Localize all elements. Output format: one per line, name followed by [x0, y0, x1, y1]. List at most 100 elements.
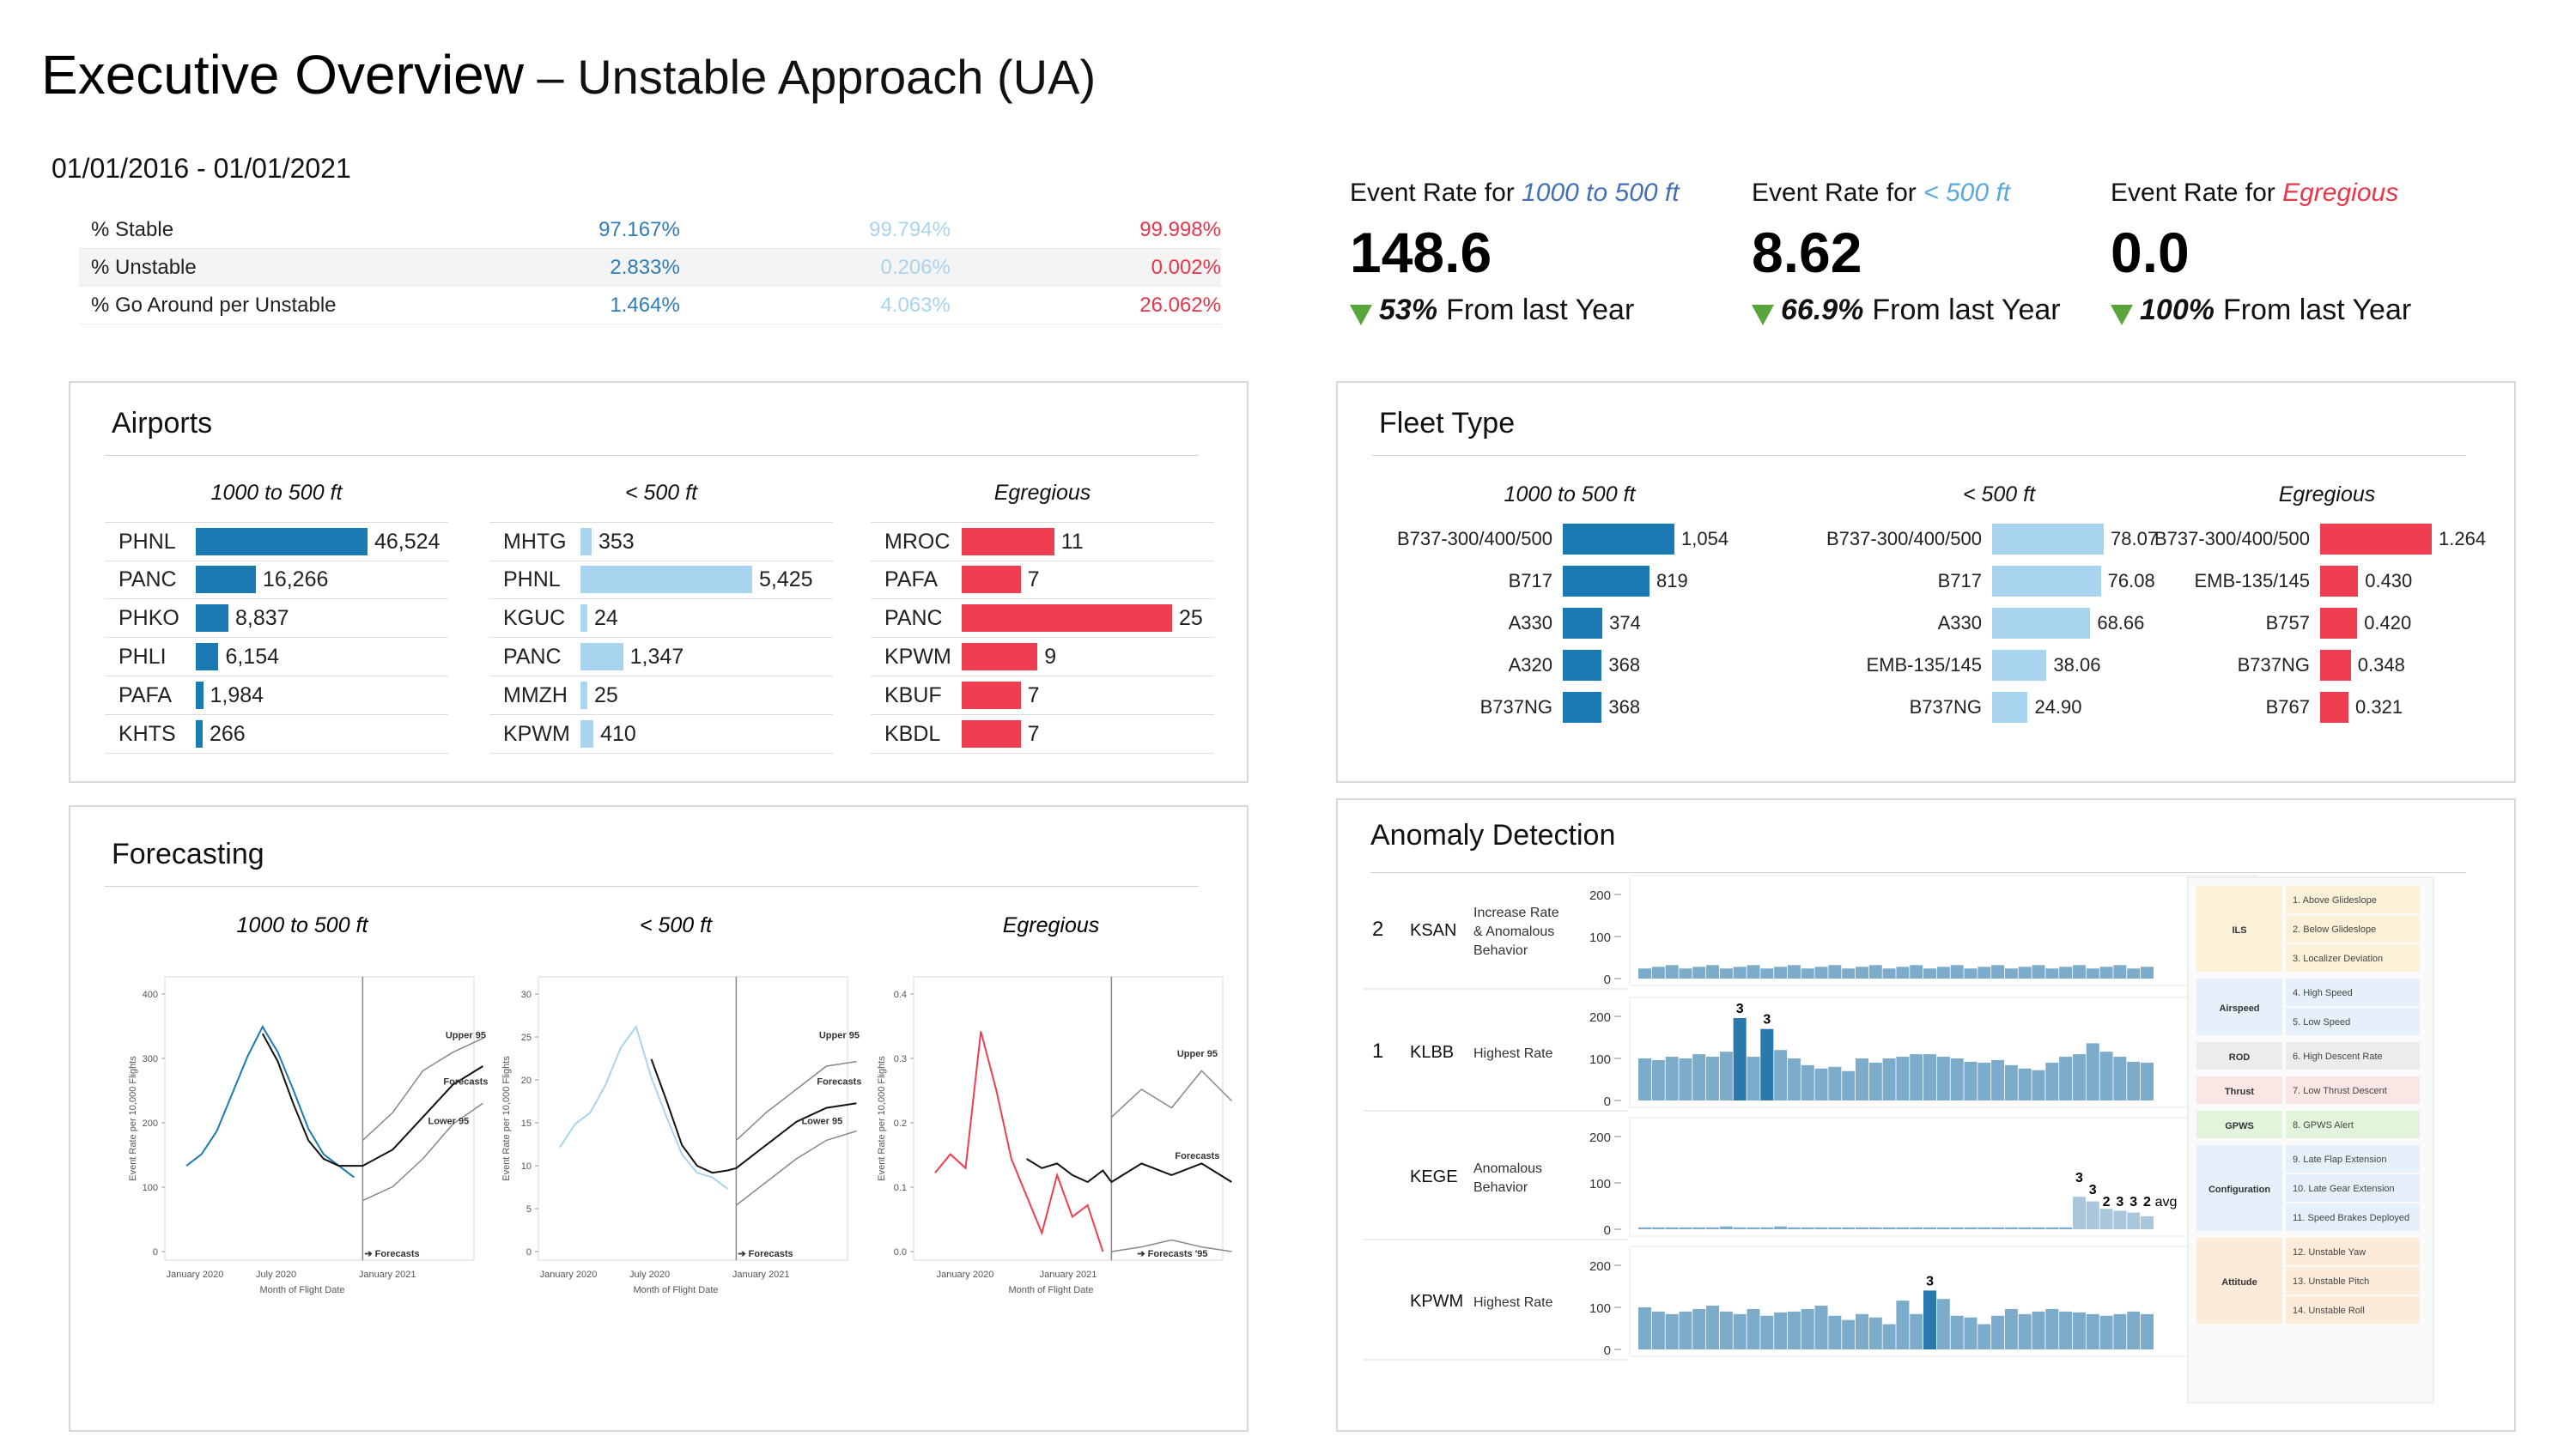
fleet-bar[interactable]: [1563, 566, 1649, 597]
anomaly-bar[interactable]: [1950, 1315, 1964, 1349]
anomaly-bar[interactable]: [1950, 965, 1964, 979]
airport-bar[interactable]: [962, 604, 1172, 632]
fleet-bar[interactable]: [1563, 650, 1602, 681]
anomaly-bar[interactable]: [2059, 1057, 2073, 1100]
fleet-bar[interactable]: [2320, 650, 2351, 681]
fleet-bar[interactable]: [1992, 608, 2091, 639]
anomaly-bar[interactable]: [2086, 1313, 2099, 1349]
airport-bar[interactable]: [196, 604, 228, 632]
airport-bar[interactable]: [962, 720, 1021, 748]
anomaly-bar[interactable]: [1733, 1017, 1747, 1100]
fleet-row[interactable]: B767 0.321: [2129, 690, 2403, 724]
anomaly-bar[interactable]: [2004, 1064, 2018, 1100]
anomaly-bar[interactable]: [1787, 1058, 1801, 1100]
anomaly-bar[interactable]: [1760, 1315, 1774, 1349]
anomaly-bar[interactable]: [2127, 1311, 2141, 1349]
anomaly-bar[interactable]: [1950, 1058, 1964, 1100]
airport-row[interactable]: KHTS 266: [105, 715, 448, 754]
anomaly-bar[interactable]: [1774, 1226, 1788, 1229]
fleet-bar[interactable]: [1992, 524, 2104, 555]
anomaly-bar[interactable]: [1882, 1324, 1896, 1349]
anomaly-bar[interactable]: [1787, 965, 1801, 979]
airport-row[interactable]: PANC 1,347: [489, 638, 833, 676]
anomaly-bar[interactable]: [1991, 1315, 2005, 1349]
anomaly-bar[interactable]: [1801, 968, 1814, 979]
airport-row[interactable]: PANC 25: [871, 599, 1214, 638]
fleet-row[interactable]: B737NG 0.348: [2129, 648, 2405, 682]
anomaly-bar[interactable]: [1706, 1306, 1720, 1349]
airport-bar[interactable]: [580, 643, 623, 670]
anomaly-bar[interactable]: [1964, 968, 1978, 979]
anomaly-bar[interactable]: [1638, 1058, 1651, 1100]
fleet-bar[interactable]: [2320, 566, 2359, 597]
fleet-row[interactable]: EMB-135/145 38.06: [1733, 648, 2100, 682]
anomaly-bar[interactable]: [1719, 1052, 1733, 1100]
fleet-bar[interactable]: [1992, 650, 2047, 681]
anomaly-bar[interactable]: [2018, 967, 2032, 979]
anomaly-bar[interactable]: [1665, 965, 1679, 979]
airport-bar[interactable]: [962, 643, 1038, 670]
anomaly-bar[interactable]: [2045, 1062, 2059, 1100]
airport-bar[interactable]: [196, 682, 204, 709]
anomaly-bar[interactable]: [1692, 1227, 1706, 1229]
fleet-bar[interactable]: [2320, 608, 2358, 639]
anomaly-bar[interactable]: [1910, 965, 1923, 979]
anomaly-bar[interactable]: [1896, 967, 1910, 979]
airport-row[interactable]: PANC 16,266: [105, 561, 448, 599]
anomaly-bar[interactable]: [1978, 1227, 1991, 1229]
anomaly-bar[interactable]: [1814, 1306, 1828, 1349]
anomaly-bar[interactable]: [1706, 1227, 1720, 1229]
anomaly-bar[interactable]: [2059, 1227, 2073, 1229]
anomaly-bar[interactable]: [1706, 965, 1720, 979]
anomaly-bar[interactable]: [2099, 967, 2113, 979]
anomaly-bar[interactable]: [2032, 1070, 2045, 1100]
fleet-bar[interactable]: [2320, 524, 2432, 555]
anomaly-bar[interactable]: [1882, 1058, 1896, 1100]
fleet-bar[interactable]: [1563, 608, 1603, 639]
anomaly-bar[interactable]: [1991, 965, 2005, 979]
fleet-row[interactable]: B737NG 368: [1355, 690, 1640, 724]
anomaly-bar[interactable]: [1747, 965, 1760, 979]
fleet-row[interactable]: A330 374: [1355, 606, 1641, 640]
fleet-row[interactable]: B737-300/400/500 78.07: [1733, 522, 2158, 556]
anomaly-bar[interactable]: [2086, 1201, 2099, 1229]
anomaly-bar[interactable]: [1651, 1311, 1665, 1349]
airport-row[interactable]: PHNL 46,524: [105, 522, 448, 561]
fleet-row[interactable]: A330 68.66: [1733, 606, 2144, 640]
anomaly-bar[interactable]: [1719, 968, 1733, 979]
anomaly-bar[interactable]: [2086, 968, 2099, 979]
anomaly-bar[interactable]: [1842, 1319, 1856, 1349]
airport-bar[interactable]: [580, 720, 594, 748]
anomaly-bar[interactable]: [2099, 1209, 2113, 1229]
airport-bar[interactable]: [580, 566, 752, 593]
fleet-row[interactable]: B717 819: [1355, 564, 1688, 598]
anomaly-bar[interactable]: [1936, 1299, 1950, 1349]
anomaly-bar[interactable]: [1923, 1054, 1937, 1100]
airport-row[interactable]: PAFA 1,984: [105, 676, 448, 715]
anomaly-bar[interactable]: [2032, 1311, 2045, 1349]
anomaly-bar[interactable]: [2127, 968, 2141, 979]
anomaly-bar[interactable]: [2099, 1052, 2113, 1100]
anomaly-bar[interactable]: [1679, 1311, 1692, 1349]
anomaly-bar[interactable]: [1679, 1227, 1692, 1229]
anomaly-bar[interactable]: [1828, 1227, 1842, 1229]
anomaly-bar[interactable]: [1638, 1307, 1651, 1349]
anomaly-bar[interactable]: [2086, 1043, 2099, 1100]
anomaly-bar[interactable]: [1774, 1050, 1788, 1100]
anomaly-bar[interactable]: [1896, 1300, 1910, 1349]
anomaly-bar[interactable]: [1828, 1315, 1842, 1349]
anomaly-bar[interactable]: [1760, 1028, 1774, 1100]
anomaly-bar[interactable]: [1747, 1227, 1760, 1229]
anomaly-bar[interactable]: [1638, 1227, 1651, 1229]
anomaly-bar[interactable]: [1882, 1227, 1896, 1229]
anomaly-bar[interactable]: [2127, 1061, 2141, 1100]
anomaly-bar[interactable]: [1719, 1226, 1733, 1229]
anomaly-bar[interactable]: [1923, 968, 1937, 979]
anomaly-bar[interactable]: [2032, 965, 2045, 979]
fleet-row[interactable]: B717 76.08: [1733, 564, 2155, 598]
anomaly-bar[interactable]: [1842, 1070, 1856, 1100]
anomaly-bar[interactable]: [2004, 1227, 2018, 1229]
anomaly-bar[interactable]: [1801, 1064, 1814, 1100]
anomaly-bar[interactable]: [2004, 968, 2018, 979]
fleet-row[interactable]: A320 368: [1355, 648, 1640, 682]
